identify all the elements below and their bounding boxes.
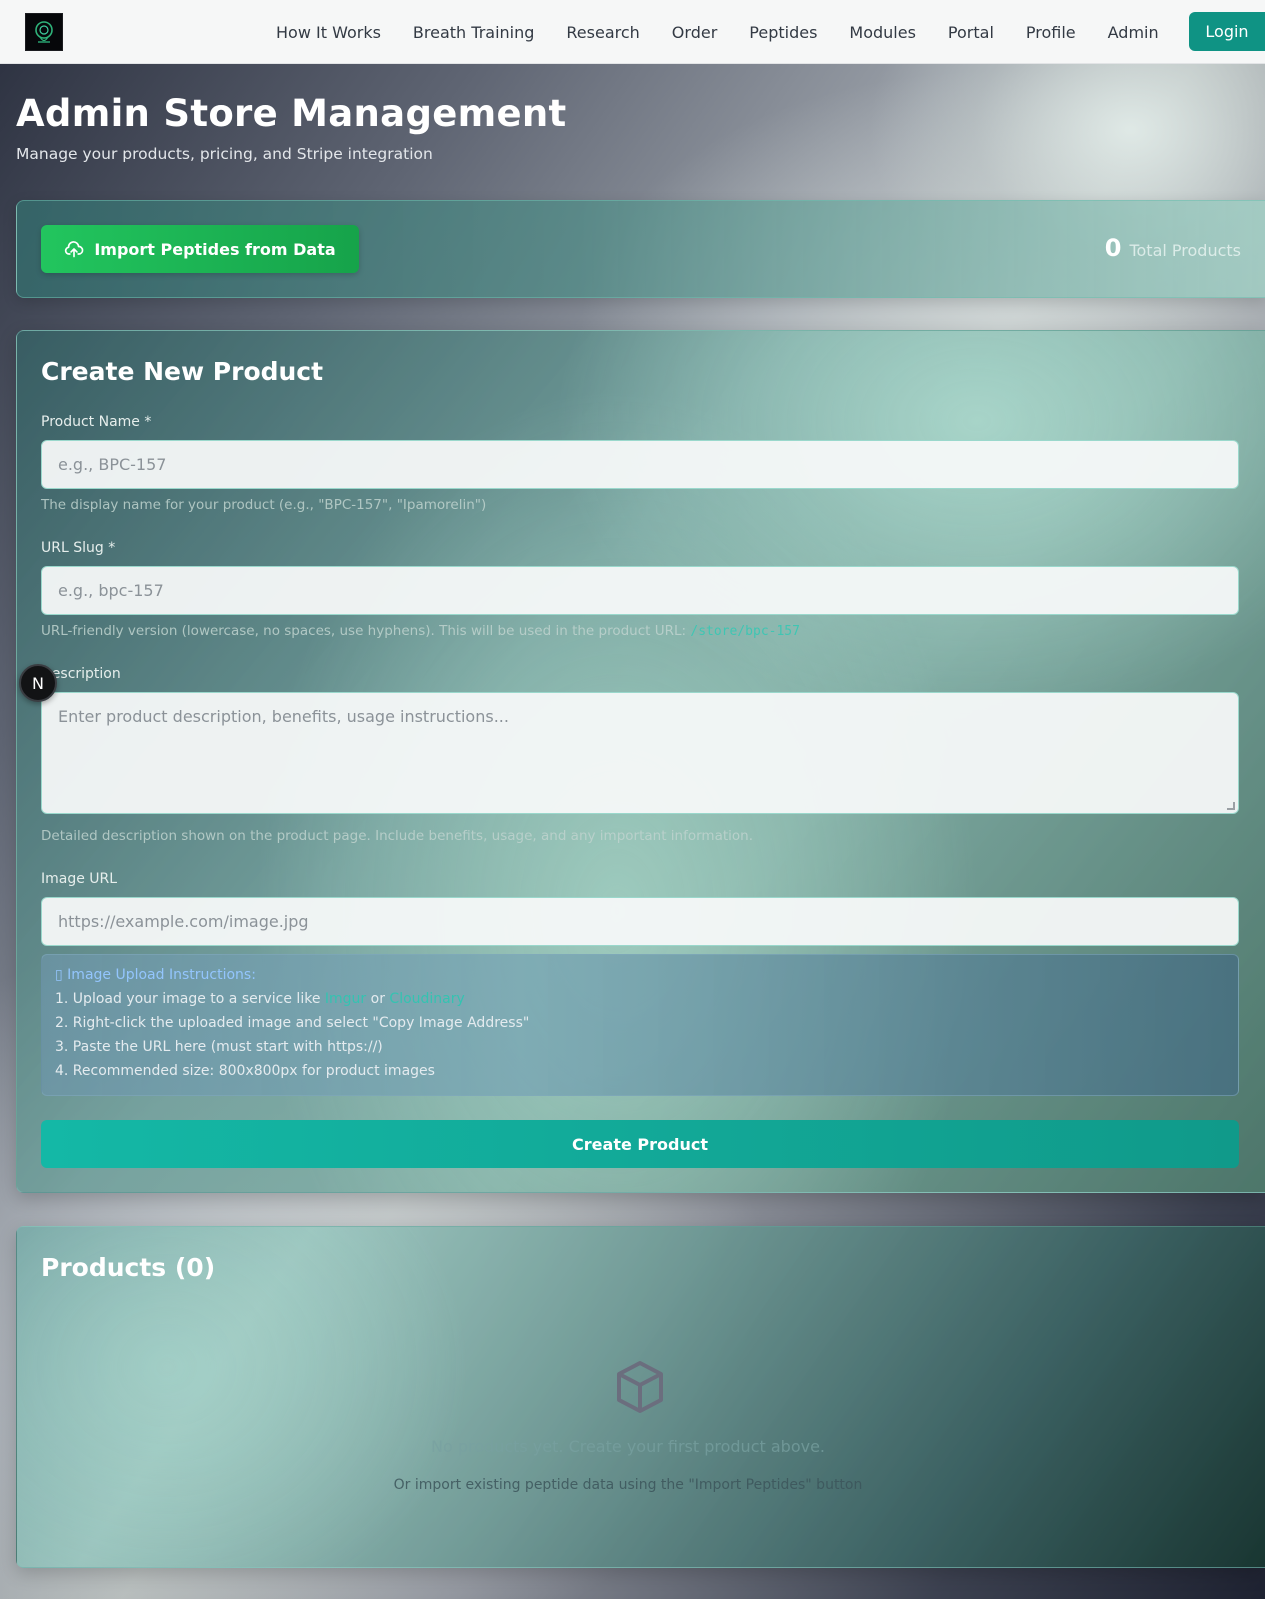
- instruction-step-4: 4. Recommended size: 800x800px for produ…: [55, 1063, 435, 1079]
- total-products-stat: 0 Total Products: [1105, 234, 1241, 262]
- resize-handle-icon[interactable]: [1227, 802, 1235, 810]
- products-panel: Products (0) No products yet. Create you…: [16, 1226, 1265, 1568]
- url-slug-help-text: URL-friendly version (lowercase, no spac…: [41, 623, 687, 639]
- cloudinary-link[interactable]: Cloudinary: [389, 991, 464, 1007]
- form-title: Create New Product: [41, 357, 324, 386]
- top-navbar: How It Works Breath Training Research Or…: [0, 0, 1265, 64]
- product-name-input[interactable]: e.g., BPC-157: [41, 440, 1239, 489]
- image-url-placeholder: https://example.com/image.jpg: [58, 912, 309, 931]
- nav-link-portal[interactable]: Portal: [932, 23, 1010, 42]
- products-title: Products (0): [41, 1253, 216, 1282]
- instruction-or-text: or: [370, 991, 385, 1007]
- nav-link-order[interactable]: Order: [656, 23, 733, 42]
- product-name-placeholder: e.g., BPC-157: [58, 455, 167, 474]
- description-placeholder: Enter product description, benefits, usa…: [58, 707, 509, 726]
- imgur-link[interactable]: Imgur: [325, 991, 366, 1007]
- logo[interactable]: [25, 13, 63, 51]
- page-subtitle: Manage your products, pricing, and Strip…: [16, 145, 433, 163]
- logo-emblem-icon: [35, 21, 53, 43]
- dev-tools-badge[interactable]: N: [19, 664, 57, 702]
- instruction-step-2: 2. Right-click the uploaded image and se…: [55, 1015, 530, 1031]
- nav-link-peptides[interactable]: Peptides: [733, 23, 833, 42]
- url-slug-example: /store/bpc-157: [690, 624, 800, 639]
- instruction-step-1-text: 1. Upload your image to a service like: [55, 991, 321, 1007]
- nav-link-breath-training[interactable]: Breath Training: [397, 23, 550, 42]
- instructions-title: ▯ Image Upload Instructions:: [55, 967, 1225, 991]
- empty-state-hint: Or import existing peptide data using th…: [393, 1477, 863, 1493]
- image-url-label: Image URL: [41, 871, 118, 887]
- instructions-title-text: Image Upload Instructions:: [67, 967, 256, 983]
- cloud-upload-icon: [65, 241, 84, 258]
- nav-link-admin[interactable]: Admin: [1092, 23, 1175, 42]
- nav-link-profile[interactable]: Profile: [1010, 23, 1092, 42]
- login-button[interactable]: Login: [1189, 12, 1265, 51]
- instruction-step-3: 3. Paste the URL here (must start with h…: [55, 1039, 383, 1055]
- url-slug-input[interactable]: e.g., bpc-157: [41, 566, 1239, 615]
- description-textarea[interactable]: Enter product description, benefits, usa…: [41, 692, 1239, 814]
- url-slug-help: URL-friendly version (lowercase, no spac…: [41, 623, 800, 639]
- import-panel: Import Peptides from Data 0 Total Produc…: [16, 200, 1265, 298]
- product-name-label: Product Name *: [41, 414, 152, 430]
- nav-link-modules[interactable]: Modules: [833, 23, 932, 42]
- create-product-form: Create New Product Product Name * e.g., …: [16, 330, 1265, 1193]
- total-products-count: 0: [1104, 234, 1122, 262]
- description-help: Detailed description shown on the produc…: [41, 828, 753, 844]
- empty-state-message: No products yet. Create your first produ…: [431, 1437, 825, 1456]
- import-button-label: Import Peptides from Data: [94, 239, 336, 259]
- camera-icon: ▯: [55, 967, 63, 983]
- nav-links: How It Works Breath Training Research Or…: [260, 0, 1175, 64]
- nav-link-research[interactable]: Research: [550, 23, 655, 42]
- product-name-help: The display name for your product (e.g.,…: [41, 497, 487, 513]
- create-product-button[interactable]: Create Product: [41, 1120, 1239, 1168]
- import-peptides-button[interactable]: Import Peptides from Data: [41, 225, 359, 273]
- url-slug-placeholder: e.g., bpc-157: [58, 581, 164, 600]
- instruction-step-1: 1. Upload your image to a service like I…: [55, 991, 1225, 1015]
- page-title: Admin Store Management: [16, 92, 567, 135]
- total-products-label: Total Products: [1129, 241, 1241, 260]
- nav-link-how-it-works[interactable]: How It Works: [260, 23, 397, 42]
- url-slug-label: URL Slug *: [41, 540, 116, 556]
- image-url-input[interactable]: https://example.com/image.jpg: [41, 897, 1239, 946]
- image-upload-instructions: ▯ Image Upload Instructions: 1. Upload y…: [41, 954, 1239, 1096]
- package-box-icon: [617, 1361, 663, 1413]
